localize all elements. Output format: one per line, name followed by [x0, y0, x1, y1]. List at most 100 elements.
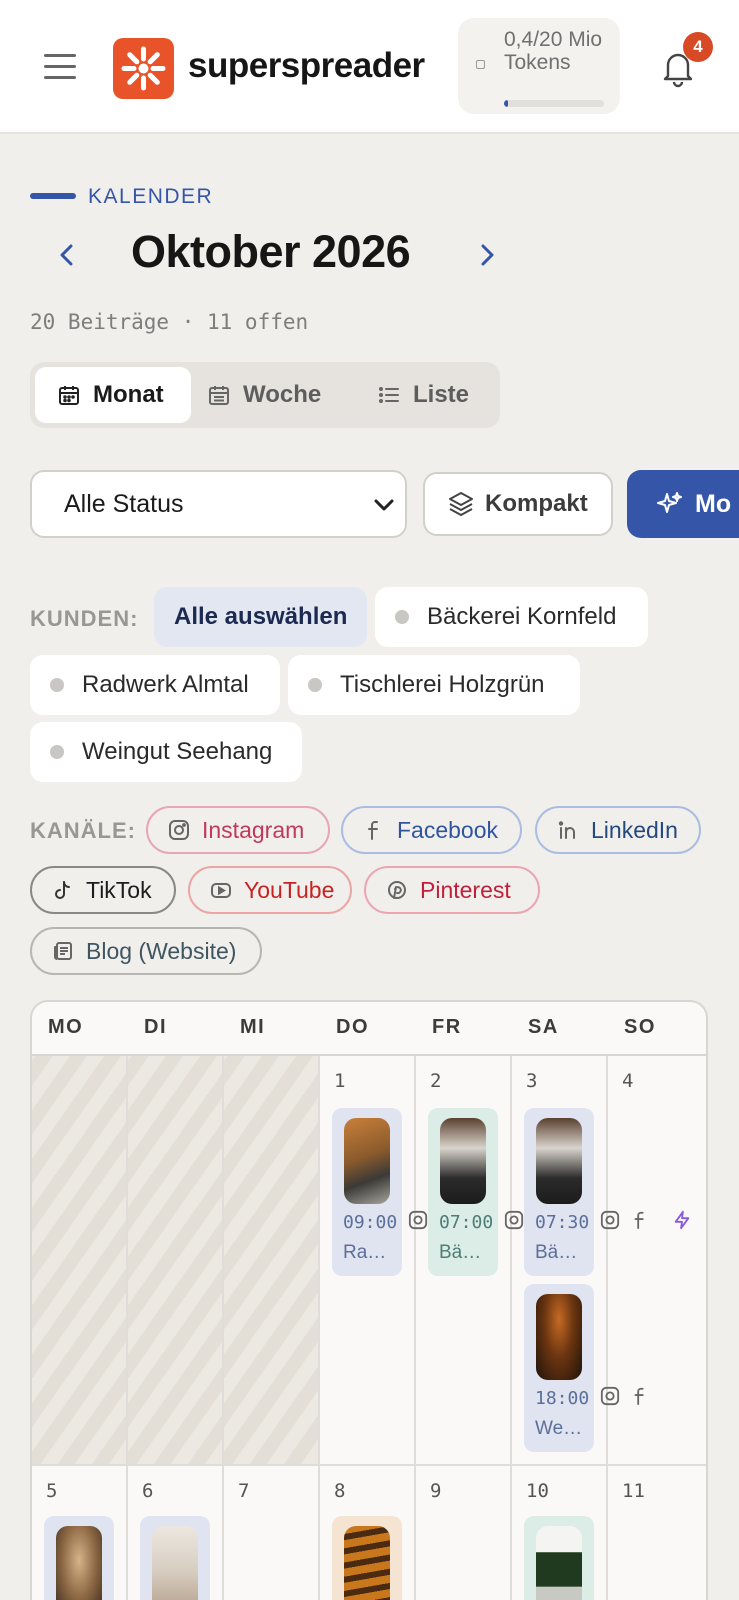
post-time: 09:00: [343, 1212, 398, 1233]
lightning-icon[interactable]: [672, 1210, 692, 1230]
calendar-day[interactable]: 7: [224, 1466, 320, 1600]
token-usage-bar-fill: [504, 100, 508, 107]
chip-label: Tischlerei Holzgrün: [340, 671, 545, 698]
chip-icon: [476, 60, 485, 69]
token-usage[interactable]: 0,4/20 Mio Tokens: [458, 18, 620, 114]
calendar-day[interactable]: 2 07:00 Bä…: [416, 1056, 524, 1466]
status-select-value: Alle Status: [64, 490, 184, 518]
chip-label: Bäckerei Kornfeld: [427, 603, 617, 630]
calendar-day[interactable]: 3 07:30 Bä… 18:00 We…: [512, 1056, 608, 1466]
post-card[interactable]: 09:00 Ra…: [332, 1108, 402, 1276]
post-card[interactable]: 07:00 Bä…: [428, 1108, 498, 1276]
channel-youtube[interactable]: YouTube: [188, 866, 352, 914]
channel-instagram[interactable]: Instagram: [146, 806, 330, 854]
client-chip[interactable]: Radwerk Almtal: [30, 655, 280, 715]
weekday-label: DO: [336, 1016, 369, 1038]
newspaper-icon: [54, 942, 72, 960]
client-chip[interactable]: Bäckerei Kornfeld: [375, 587, 648, 647]
channel-tiktok[interactable]: TikTok: [30, 866, 176, 914]
select-all-clients-chip[interactable]: Alle auswählen: [154, 587, 367, 647]
linkedin-icon: [558, 821, 575, 839]
post-thumbnail: [344, 1526, 390, 1600]
post-title: We…: [535, 1418, 583, 1439]
pinterest-icon: [388, 881, 406, 899]
post-card[interactable]: 07:30 Bä…: [524, 1108, 594, 1276]
tab-label: Woche: [243, 381, 322, 408]
prev-month-icon[interactable]: [52, 240, 82, 270]
post-card[interactable]: [140, 1516, 210, 1600]
sparkles-icon: [657, 492, 682, 513]
token-usage-bar: [504, 100, 604, 107]
post-thumbnail: [536, 1526, 582, 1600]
day-number: 2: [430, 1070, 442, 1092]
client-dot: [395, 610, 409, 624]
channel-facebook[interactable]: Facebook: [341, 806, 522, 854]
token-usage-text: 0,4/20 Mio Tokens: [504, 28, 603, 74]
day-number: 9: [430, 1480, 442, 1502]
status-select[interactable]: Alle Status: [30, 470, 407, 538]
day-number: 10: [526, 1480, 549, 1502]
calendar-day[interactable]: 6: [128, 1466, 224, 1600]
brand-name: superspreader: [188, 46, 425, 85]
client-chip[interactable]: Weingut Seehang: [30, 722, 302, 782]
kompakt-button[interactable]: Kompakt: [423, 472, 613, 536]
youtube-icon: [211, 883, 231, 898]
day-number: 5: [46, 1480, 58, 1502]
calendar-day[interactable]: 5: [32, 1466, 128, 1600]
tab-monat[interactable]: Monat: [35, 367, 191, 423]
next-month-icon[interactable]: [472, 240, 502, 270]
calendar-day[interactable]: 1 09:00 Ra…: [320, 1056, 428, 1466]
facebook-icon: [634, 1211, 644, 1230]
calendar-day[interactable]: 10: [512, 1466, 608, 1600]
calendar-day-empty: [32, 1056, 128, 1466]
channel-blog[interactable]: Blog (Website): [30, 927, 262, 975]
post-card[interactable]: [332, 1516, 402, 1600]
channel-linkedin[interactable]: LinkedIn: [535, 806, 701, 854]
menu-icon[interactable]: [44, 54, 76, 80]
facebook-icon: [368, 821, 378, 840]
calendar-day-empty: [224, 1056, 320, 1466]
calendar-icon: [209, 386, 229, 405]
post-thumbnail: [344, 1118, 390, 1204]
post-card[interactable]: [524, 1516, 594, 1600]
tab-woche[interactable]: Woche: [207, 367, 357, 423]
calendar-day[interactable]: 4: [600, 1056, 706, 1466]
channel-label: Pinterest: [420, 876, 511, 903]
instagram-icon: [600, 1210, 620, 1230]
post-thumbnail: [536, 1294, 582, 1380]
calendar-icon: [59, 386, 79, 405]
post-thumbnail: [440, 1118, 486, 1204]
post-card[interactable]: [44, 1516, 114, 1600]
post-card[interactable]: 18:00 We…: [524, 1284, 594, 1452]
post-time: 07:30: [535, 1212, 590, 1233]
calendar-day[interactable]: 8: [320, 1466, 416, 1600]
ai-generate-label: Mo: [695, 489, 732, 518]
day-number: 1: [334, 1070, 346, 1092]
view-switcher: Monat Woche Liste: [30, 362, 500, 428]
weekday-header: MO DI MI DO FR SA SO: [32, 1002, 706, 1056]
channel-pinterest[interactable]: Pinterest: [364, 866, 540, 914]
tab-liste[interactable]: Liste: [377, 367, 497, 423]
client-dot: [308, 678, 322, 692]
brand-logo[interactable]: [113, 38, 174, 99]
chip-label: Alle auswählen: [174, 603, 348, 630]
channel-label: YouTube: [244, 876, 335, 903]
tiktok-icon: [55, 881, 70, 899]
ai-generate-button[interactable]: Mo: [627, 470, 739, 538]
channel-label: TikTok: [86, 876, 152, 903]
channel-label: Instagram: [202, 816, 305, 843]
section-kicker: KALENDER: [88, 185, 214, 208]
calendar-day[interactable]: 9: [416, 1466, 512, 1600]
chip-label: Weingut Seehang: [82, 738, 273, 765]
channel-label: Facebook: [397, 816, 499, 843]
chevron-down-icon: [374, 499, 394, 511]
calendar-day[interactable]: 11: [608, 1466, 706, 1600]
client-chip[interactable]: Tischlerei Holzgrün: [288, 655, 580, 715]
instagram-icon: [169, 820, 189, 840]
weekday-label: DI: [144, 1016, 167, 1038]
post-title: Bä…: [535, 1242, 578, 1263]
channel-label: LinkedIn: [591, 816, 678, 843]
kunden-label: KUNDEN:: [30, 606, 139, 631]
tab-label: Monat: [93, 381, 164, 408]
kicker-accent: [30, 193, 76, 199]
